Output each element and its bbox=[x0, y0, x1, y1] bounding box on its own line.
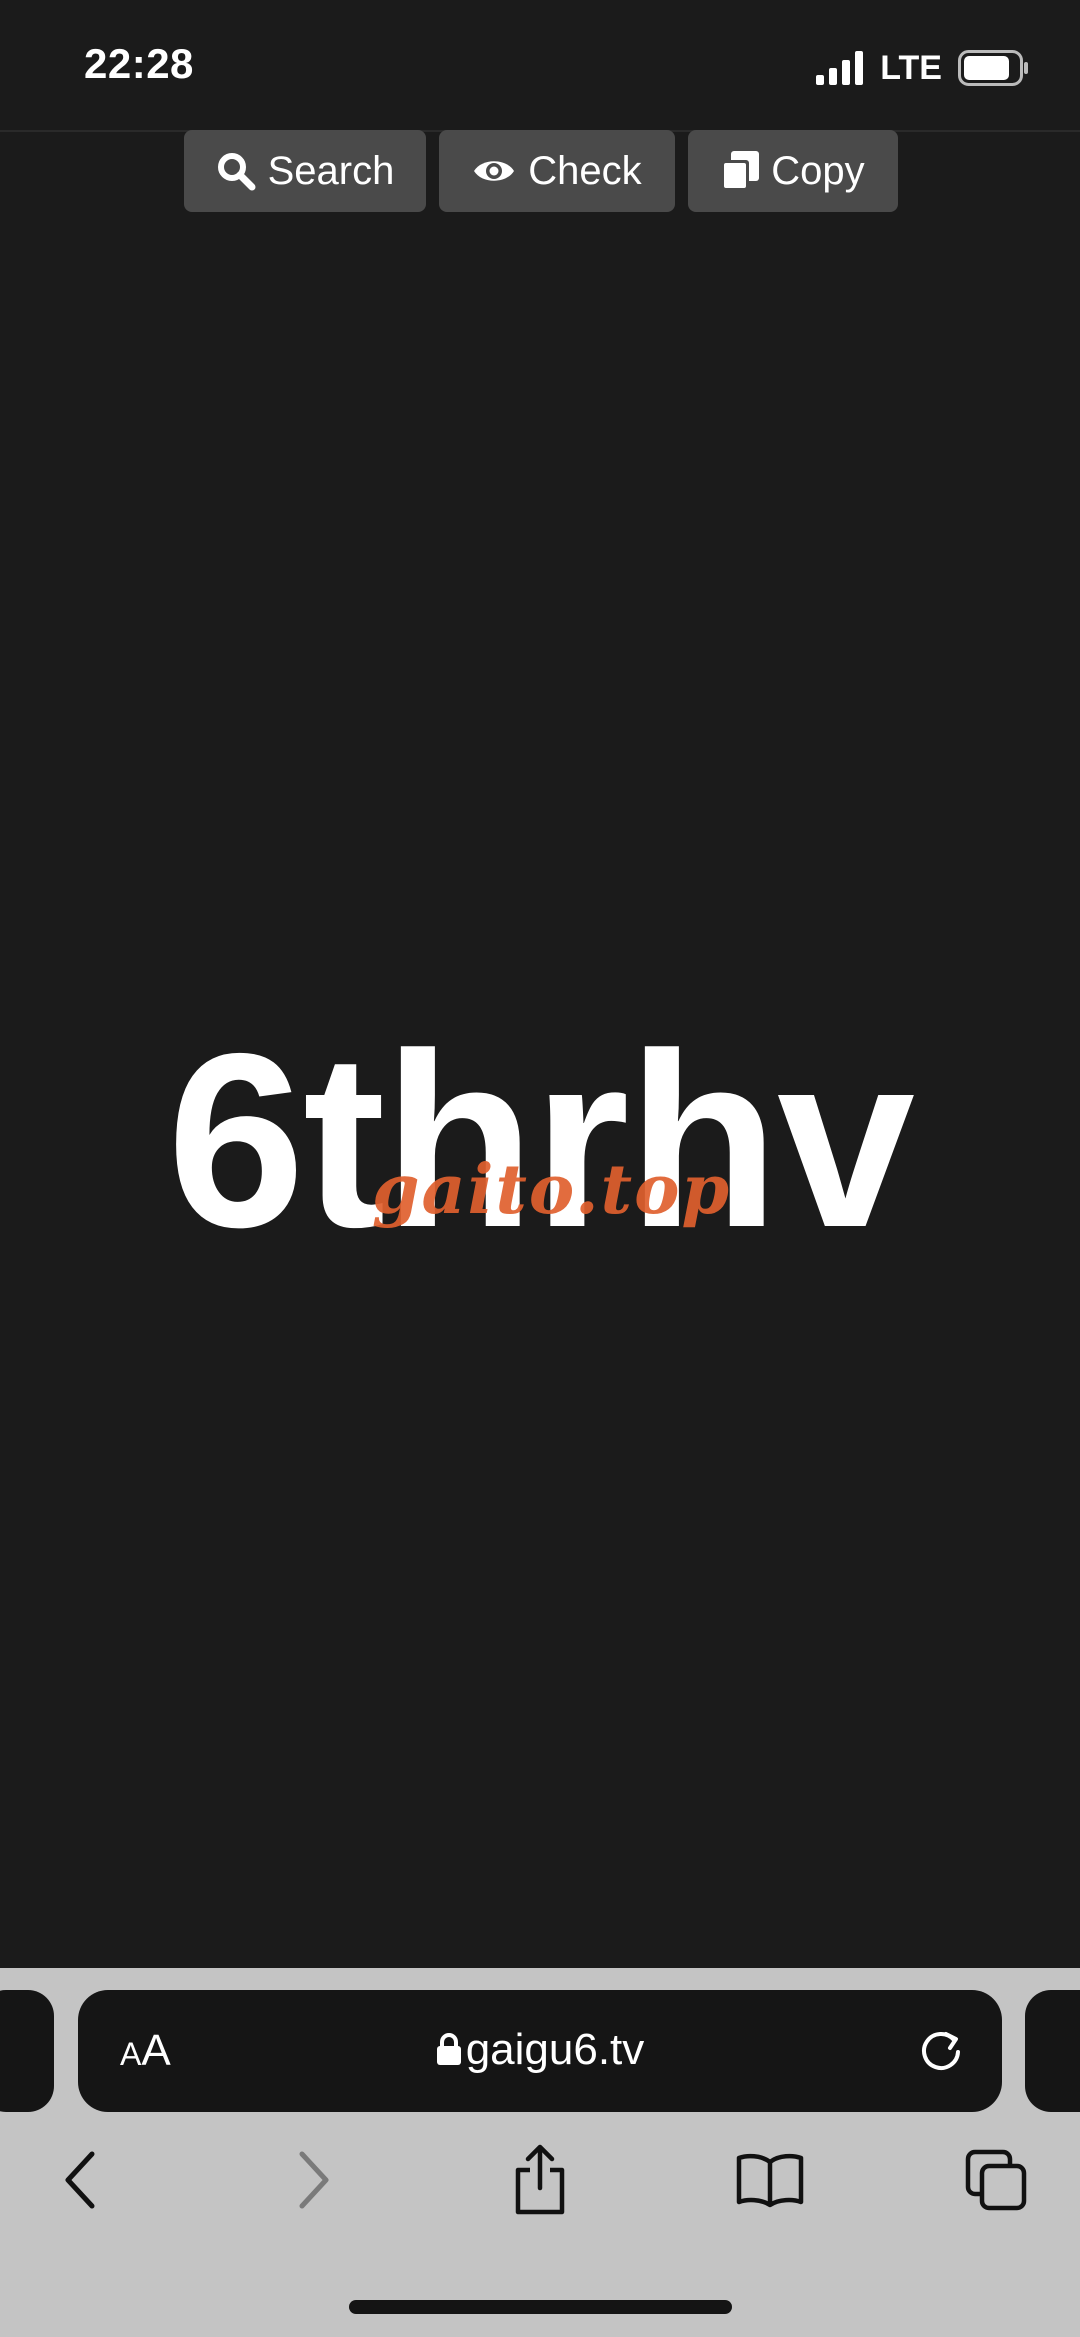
url-text: gaigu6.tv bbox=[465, 2025, 645, 2074]
code-display: 6thrhv gaito.top bbox=[0, 1000, 1080, 1280]
status-bar: 22:28 LTE bbox=[0, 0, 1080, 132]
copy-button[interactable]: Copy bbox=[688, 130, 898, 212]
search-button[interactable]: Search bbox=[184, 130, 426, 212]
check-button[interactable]: Check bbox=[439, 130, 675, 212]
share-button[interactable] bbox=[500, 2140, 580, 2220]
forward-button[interactable] bbox=[274, 2140, 354, 2220]
chevron-left-icon bbox=[65, 2151, 95, 2209]
url-display[interactable]: gaigu6.tv bbox=[78, 2022, 1002, 2078]
signal-icon bbox=[816, 51, 864, 85]
status-indicators: LTE bbox=[816, 48, 1030, 88]
status-time: 22:28 bbox=[84, 40, 194, 87]
watermark: gaito.top bbox=[372, 1150, 731, 1230]
check-button-label: Check bbox=[528, 148, 642, 193]
search-button-label: Search bbox=[267, 148, 395, 193]
copy-button-label: Copy bbox=[771, 148, 865, 193]
back-button[interactable] bbox=[40, 2140, 120, 2220]
address-bar[interactable]: AA gaigu6.tv bbox=[78, 1990, 1002, 2112]
eye-icon bbox=[474, 161, 515, 181]
bookmarks-button[interactable] bbox=[730, 2140, 810, 2220]
chevron-right-icon bbox=[299, 2151, 329, 2209]
network-type: LTE bbox=[880, 48, 942, 87]
tabs-button[interactable] bbox=[956, 2140, 1036, 2220]
browser-bottom-bar: AA gaigu6.tv bbox=[0, 1968, 1080, 2337]
action-bar: Search Check Copy bbox=[184, 130, 898, 212]
previous-tab-peek[interactable] bbox=[0, 1990, 54, 2112]
battery-icon bbox=[958, 50, 1028, 86]
next-tab-peek[interactable] bbox=[1025, 1990, 1080, 2112]
tabs-icon bbox=[965, 2149, 1027, 2211]
browser-toolbar bbox=[0, 2140, 1080, 2240]
search-icon bbox=[217, 153, 256, 191]
book-icon bbox=[736, 2153, 804, 2208]
reload-icon[interactable] bbox=[916, 2026, 966, 2076]
code-text: 6thrhv bbox=[167, 1001, 915, 1279]
home-indicator[interactable] bbox=[349, 2300, 732, 2314]
share-icon bbox=[515, 2144, 565, 2215]
lock-icon bbox=[436, 2033, 461, 2065]
copy-icon bbox=[721, 151, 760, 191]
